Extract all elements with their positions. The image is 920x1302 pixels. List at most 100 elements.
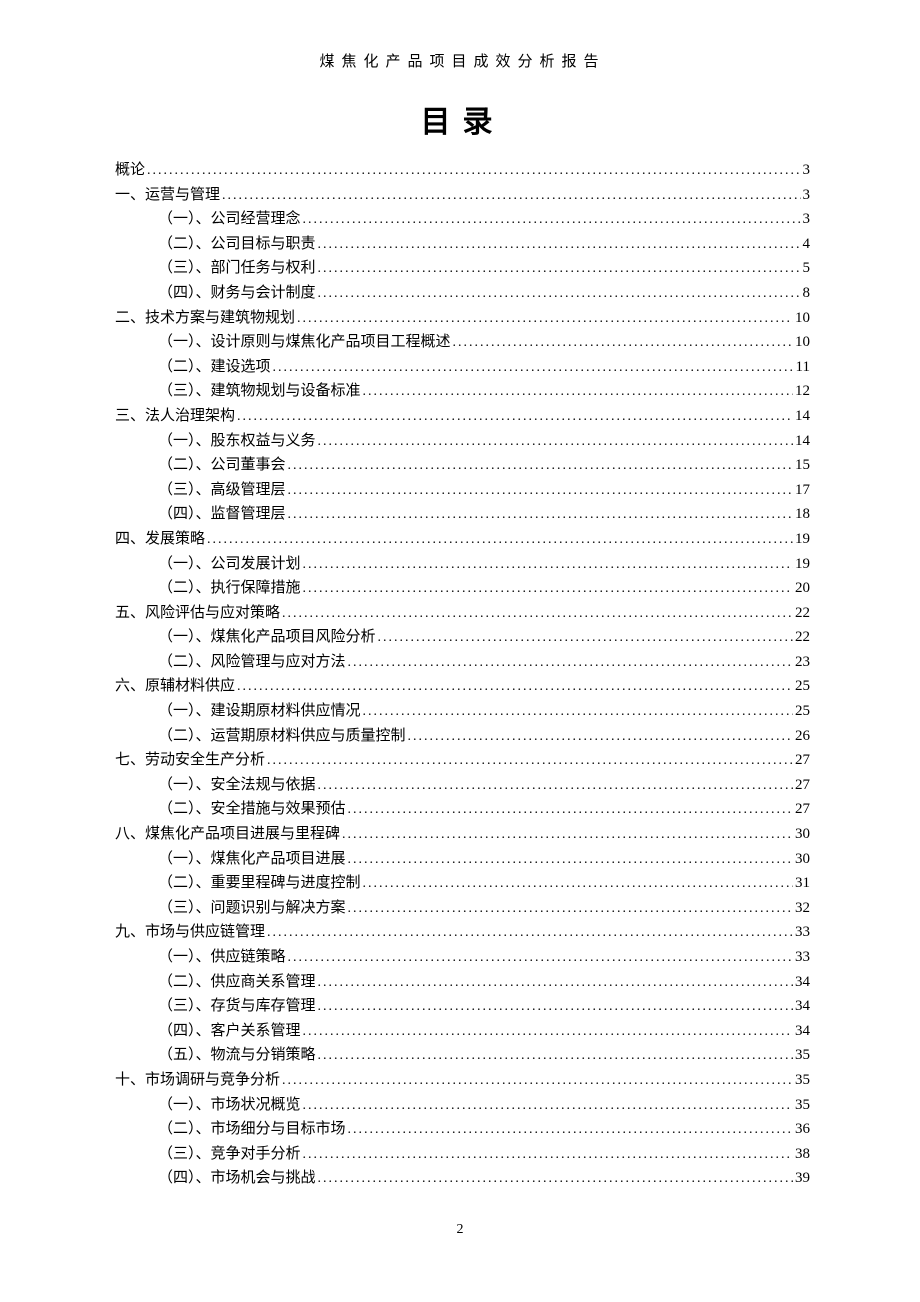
toc-entry-page: 39 [795,1171,810,1186]
toc-dots [318,778,793,793]
toc-entry[interactable]: 二、技术方案与建筑物规划10 [115,311,810,326]
toc-entry-label: （三）、竞争对手分析 [158,1147,301,1162]
toc-entry[interactable]: （一）、煤焦化产品项目风险分析22 [115,630,810,645]
toc-entry-page: 38 [795,1147,810,1162]
toc-entry-label: 八、煤焦化产品项目进展与里程碑 [115,827,340,842]
toc-dots [348,655,793,670]
toc-entry-label: 十、市场调研与竞争分析 [115,1073,280,1088]
toc-entry-page: 22 [795,630,810,645]
toc-dots [318,1048,793,1063]
toc-entry-label: （二）、建设选项 [158,360,271,375]
toc-entry[interactable]: （二）、运营期原材料供应与质量控制26 [115,729,810,744]
toc-entry[interactable]: （二）、建设选项 11 [115,360,810,375]
toc-entry-page: 11 [796,360,810,375]
toc-entry[interactable]: （二）、安全措施与效果预估27 [115,802,810,817]
toc-entry[interactable]: （一）、安全法规与依据27 [115,778,810,793]
toc-entry[interactable]: （五）、物流与分销策略35 [115,1048,810,1063]
toc-entry[interactable]: （四）、市场机会与挑战 39 [115,1171,810,1186]
toc-entry[interactable]: 九、市场与供应链管理33 [115,925,810,940]
toc-entry-label: （二）、供应商关系管理 [158,975,316,990]
toc-entry[interactable]: 四、发展策略 19 [115,532,810,547]
toc-entry[interactable]: （二）、执行保障措施20 [115,581,810,596]
toc-entry[interactable]: （四）、财务与会计制度8 [115,286,810,301]
toc-dots [288,507,793,522]
toc-entry-label: （二）、公司董事会 [158,458,286,473]
toc-dots [303,1024,793,1039]
toc-entry[interactable]: （一）、股东权益与义务14 [115,434,810,449]
toc-entry[interactable]: （三）、问题识别与解决方案32 [115,901,810,916]
toc-entry-label: （二）、市场细分与目标市场 [158,1122,346,1137]
toc-entry[interactable]: （二）、风险管理与应对方法23 [115,655,810,670]
toc-entry[interactable]: （一）、供应链策略33 [115,950,810,965]
toc-entry[interactable]: 八、煤焦化产品项目进展与里程碑 30 [115,827,810,842]
toc-entry[interactable]: （二）、重要里程碑与进度控制31 [115,876,810,891]
toc-dots [303,1147,793,1162]
toc-entry-label: （三）、部门任务与权利 [158,261,316,276]
toc-entry-page: 20 [795,581,810,596]
toc-entry-label: （二）、安全措施与效果预估 [158,802,346,817]
toc-entry-page: 14 [795,434,810,449]
toc-dots [408,729,793,744]
toc-entry-page: 23 [795,655,810,670]
toc-entry-page: 30 [795,852,810,867]
toc-dots [363,384,793,399]
toc-entry-page: 17 [795,483,810,498]
toc-dots [303,581,793,596]
toc-entry[interactable]: （一）、公司发展计划19 [115,557,810,572]
toc-dots [303,557,793,572]
toc-entry-label: （四）、市场机会与挑战 [158,1171,316,1186]
toc-entry-label: （四）、监督管理层 [158,507,286,522]
toc-entry[interactable]: 十、市场调研与竞争分析35 [115,1073,810,1088]
toc-entry-page: 18 [795,507,810,522]
toc-entry-page: 3 [803,163,811,178]
toc-entry-label: 一、运营与管理 [115,188,220,203]
toc-dots [207,532,793,547]
toc-entry[interactable]: 七、劳动安全生产分析27 [115,753,810,768]
toc-entry-page: 34 [795,999,810,1014]
toc-entry[interactable]: （三）、高级管理层 17 [115,483,810,498]
toc-entry[interactable]: （三）、竞争对手分析 38 [115,1147,810,1162]
toc-dots [288,458,793,473]
toc-entry-label: （三）、建筑物规划与设备标准 [158,384,361,399]
toc-entry[interactable]: （一）、煤焦化产品项目进展30 [115,852,810,867]
toc-entry[interactable]: （三）、部门任务与权利 5 [115,261,810,276]
toc-entry-page: 33 [795,925,810,940]
toc-dots [297,311,793,326]
toc-dots [282,1073,793,1088]
toc-entry-page: 19 [795,532,810,547]
toc-dots [378,630,793,645]
toc-entry[interactable]: （三）、存货与库存管理34 [115,999,810,1014]
toc-entry-page: 19 [795,557,810,572]
toc-entry-page: 15 [795,458,810,473]
toc-entry-label: （三）、高级管理层 [158,483,286,498]
toc-entry[interactable]: （二）、公司目标与职责4 [115,237,810,252]
toc-entry-label: 概论 [115,163,145,178]
toc-entry[interactable]: （一）、市场状况概览35 [115,1098,810,1113]
toc-entry[interactable]: 五、风险评估与应对策略22 [115,606,810,621]
toc-entry[interactable]: 六、原辅材料供应25 [115,679,810,694]
toc-dots [318,999,793,1014]
toc-dots [363,704,793,719]
toc-entry-page: 30 [795,827,810,842]
toc-entry[interactable]: （一）、公司经营理念3 [115,212,810,227]
toc-entry[interactable]: 三、法人治理架构14 [115,409,810,424]
toc-entry-label: 四、发展策略 [115,532,205,547]
toc-entry-page: 8 [803,286,811,301]
toc-entry[interactable]: （二）、供应商关系管理34 [115,975,810,990]
toc-entry[interactable]: （二）、公司董事会 15 [115,458,810,473]
toc-entry-page: 5 [803,261,811,276]
toc-dots [237,679,793,694]
toc-entry-label: （四）、客户关系管理 [158,1024,301,1039]
toc-entry[interactable]: （一）、设计原则与煤焦化产品项目工程概述10 [115,335,810,350]
toc-entry[interactable]: （一）、建设期原材料供应情况25 [115,704,810,719]
toc-entry[interactable]: 一、运营与管理3 [115,188,810,203]
toc-entry[interactable]: （四）、客户关系管理34 [115,1024,810,1039]
toc-entry[interactable]: （三）、建筑物规划与设备标准12 [115,384,810,399]
toc-entry[interactable]: （二）、市场细分与目标市场36 [115,1122,810,1137]
toc-entry[interactable]: 概论 3 [115,163,810,178]
toc-entry-label: 三、法人治理架构 [115,409,235,424]
toc-dots [303,1098,793,1113]
toc-entry-label: （二）、公司目标与职责 [158,237,316,252]
toc-entry[interactable]: （四）、监督管理层 18 [115,507,810,522]
page-number: 2 [0,1222,920,1238]
